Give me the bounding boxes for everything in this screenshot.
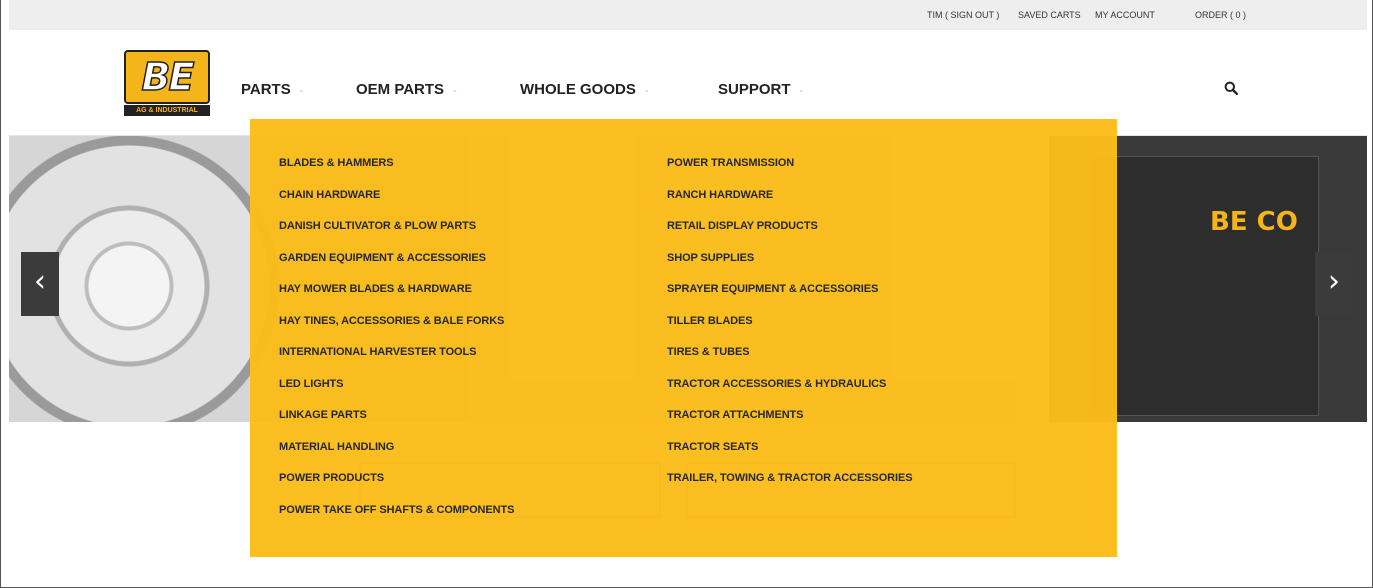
menu-item-garden-equipment-and-accessories[interactable]: GARDEN EQUIPMENT & ACCESSORIES: [279, 252, 486, 264]
menu-item-tractor-seats[interactable]: TRACTOR SEATS: [667, 441, 758, 453]
sign-out-link[interactable]: TIM ( SIGN OUT ): [927, 10, 999, 20]
logo-tagline: AG & INDUSTRIAL: [124, 105, 210, 116]
order-link[interactable]: ORDER ( 0 ): [1195, 10, 1246, 20]
chevron-down-icon: -: [644, 85, 649, 97]
product-box: BE CO: [1089, 156, 1319, 416]
menu-item-retail-display-products[interactable]: RETAIL DISPLAY PRODUCTS: [667, 220, 818, 232]
menu-item-chain-hardware[interactable]: CHAIN HARDWARE: [279, 189, 380, 201]
chevron-down-icon: -: [299, 85, 304, 97]
menu-item-power-take-off-shafts-and-components[interactable]: POWER TAKE OFF SHAFTS & COMPONENTS: [279, 504, 514, 516]
utility-bar: TIM ( SIGN OUT ) SAVED CARTS MY ACCOUNT …: [9, 0, 1367, 30]
menu-item-blades-and-hammers[interactable]: BLADES & HAMMERS: [279, 157, 394, 169]
menu-item-hay-mower-blades-and-hardware[interactable]: HAY MOWER BLADES & HARDWARE: [279, 283, 472, 295]
menu-item-tractor-accessories-and-hydraulics[interactable]: TRACTOR ACCESSORIES & HYDRAULICS: [667, 378, 886, 390]
chevron-down-icon: -: [453, 85, 457, 97]
menu-item-hay-tines-accessories-and-bale-forks[interactable]: HAY TINES, ACCESSORIES & BALE FORKS: [279, 315, 504, 327]
menu-item-power-transmission[interactable]: POWER TRANSMISSION: [667, 157, 794, 169]
nav-oem-parts-label: OEM PARTS: [356, 81, 445, 98]
nav-whole-goods-label: WHOLE GOODS: [520, 81, 636, 98]
menu-item-trailer-towing-and-tractor-accessories[interactable]: TRAILER, TOWING & TRACTOR ACCESSORIES: [667, 472, 913, 484]
menu-item-danish-cultivator-and-plow-parts[interactable]: DANISH CULTIVATOR & PLOW PARTS: [279, 220, 476, 232]
logo-mark: BE: [124, 50, 210, 104]
menu-item-tiller-blades[interactable]: TILLER BLADES: [667, 315, 753, 327]
page-frame: TIM ( SIGN OUT ) SAVED CARTS MY ACCOUNT …: [0, 0, 1373, 588]
nav-support[interactable]: SUPPORT -: [718, 81, 803, 99]
menu-item-international-harvester-tools[interactable]: INTERNATIONAL HARVESTER TOOLS: [279, 346, 476, 358]
menu-item-shop-supplies[interactable]: SHOP SUPPLIES: [667, 252, 754, 264]
menu-item-tires-and-tubes[interactable]: TIRES & TUBES: [667, 346, 750, 358]
menu-item-linkage-parts[interactable]: LINKAGE PARTS: [279, 409, 367, 421]
menu-item-power-products[interactable]: POWER PRODUCTS: [279, 472, 384, 484]
menu-item-led-lights[interactable]: LED LIGHTS: [279, 378, 343, 390]
carousel-next-button[interactable]: ›: [1315, 252, 1353, 316]
product-brand: BE CO: [1210, 207, 1298, 237]
my-account-link[interactable]: MY ACCOUNT: [1095, 10, 1155, 20]
nav-whole-goods[interactable]: WHOLE GOODS -: [520, 81, 649, 99]
search-icon[interactable]: [1224, 81, 1238, 95]
chevron-down-icon: -: [799, 85, 804, 97]
saved-carts-link[interactable]: SAVED CARTS: [1018, 10, 1081, 20]
nav-support-label: SUPPORT: [718, 81, 791, 98]
menu-item-ranch-hardware[interactable]: RANCH HARDWARE: [667, 189, 773, 201]
nav-oem-parts[interactable]: OEM PARTS -: [356, 81, 457, 99]
nav-parts[interactable]: PARTS -: [241, 81, 303, 99]
menu-item-tractor-attachments[interactable]: TRACTOR ATTACHMENTS: [667, 409, 804, 421]
menu-item-material-handling[interactable]: MATERIAL HANDLING: [279, 441, 394, 453]
carousel-prev-button[interactable]: ‹: [21, 252, 59, 316]
site-logo[interactable]: BE AG & INDUSTRIAL: [124, 50, 210, 116]
nav-parts-label: PARTS: [241, 81, 291, 98]
menu-item-sprayer-equipment-and-accessories[interactable]: SPRAYER EQUIPMENT & ACCESSORIES: [667, 283, 878, 295]
parts-dropdown-menu: BLADES & HAMMERS CHAIN HARDWARE DANISH CUL…: [250, 119, 1117, 557]
